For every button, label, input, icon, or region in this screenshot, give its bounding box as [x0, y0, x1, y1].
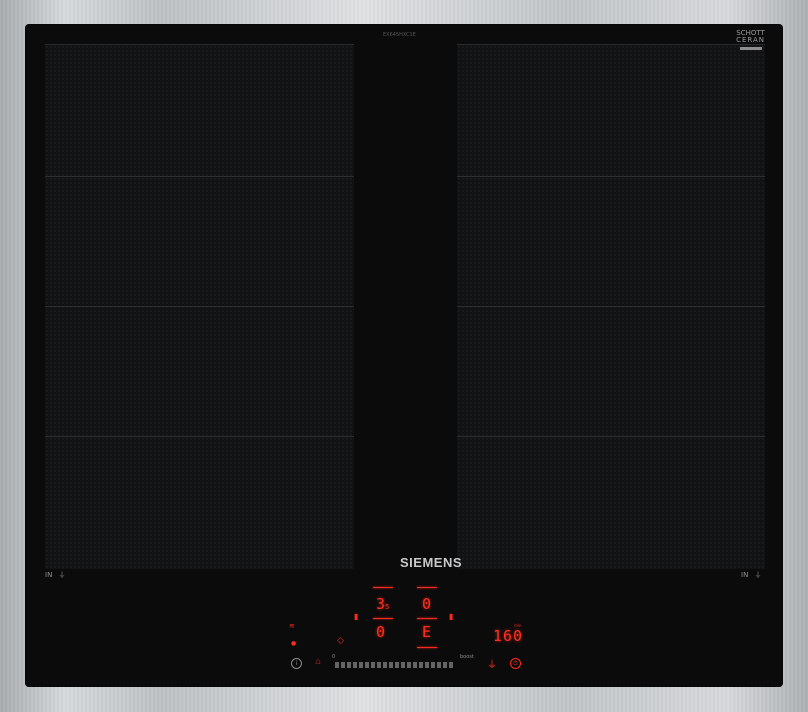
- zone-display-top-left[interactable]: 35: [376, 595, 389, 613]
- zone-indicator-top-left: [373, 587, 393, 588]
- zone-divider: [457, 436, 765, 437]
- zone-indicator-mid-right: [417, 618, 437, 619]
- timer-value: 160: [493, 627, 524, 645]
- slider-min-label: 0: [332, 654, 336, 660]
- power-sublevel: 5: [385, 603, 390, 611]
- flex-right-icon[interactable]: ▮: [449, 612, 453, 621]
- zone-divider: [457, 306, 765, 307]
- zone-divider: [45, 176, 354, 177]
- zone-indicator-mid-left: [373, 618, 393, 619]
- ceran-text: CERAN: [736, 36, 765, 44]
- zone-divider: [45, 436, 354, 437]
- zone-label-left: IN ⏚: [45, 570, 66, 580]
- zone-label-text: IN: [45, 571, 53, 579]
- power-level: 3: [376, 595, 386, 613]
- wifi-icon[interactable]: ≋: [289, 622, 295, 630]
- power-slider[interactable]: [335, 662, 455, 668]
- powermove-icon[interactable]: ◇: [337, 636, 344, 646]
- cooktop-glass: EX645HXC1E SCHOTT CERAN IN ⏚ IN ⏚ SIEMEN…: [25, 24, 783, 687]
- zone-display-bottom-left[interactable]: 0: [376, 623, 385, 641]
- pan-icon: ⏚: [58, 571, 66, 579]
- zone-label-right: IN ⏚: [741, 570, 762, 580]
- info-icon[interactable]: i: [291, 658, 302, 669]
- zone-indicator-top-right: [417, 587, 437, 588]
- flex-left-icon[interactable]: ▮: [354, 612, 358, 621]
- zone-display-bottom-right[interactable]: E: [422, 623, 431, 641]
- keep-warm-icon[interactable]: ⏚: [487, 656, 497, 671]
- lock-icon[interactable]: ⌂: [315, 657, 321, 667]
- timer-display[interactable]: 160: [493, 627, 523, 645]
- timer-unit: min: [514, 623, 522, 628]
- slider-boost-label: boost: [460, 654, 474, 660]
- status-dot: ●: [291, 640, 297, 647]
- logo-bar: [739, 47, 762, 50]
- model-number: EX645HXC1E: [383, 32, 416, 38]
- timer-icon[interactable]: ⏱: [510, 658, 521, 669]
- zone-indicator-bottom-right: [417, 647, 437, 648]
- schott-ceran-logo: SCHOTT CERAN: [736, 30, 765, 50]
- pan-icon: ⏚: [754, 571, 762, 579]
- zone-divider: [45, 306, 354, 307]
- brand-logo: SIEMENS: [400, 555, 463, 570]
- zone-label-text: IN: [741, 571, 749, 579]
- zone-divider: [457, 176, 765, 177]
- zone-display-top-right[interactable]: 0: [422, 595, 431, 613]
